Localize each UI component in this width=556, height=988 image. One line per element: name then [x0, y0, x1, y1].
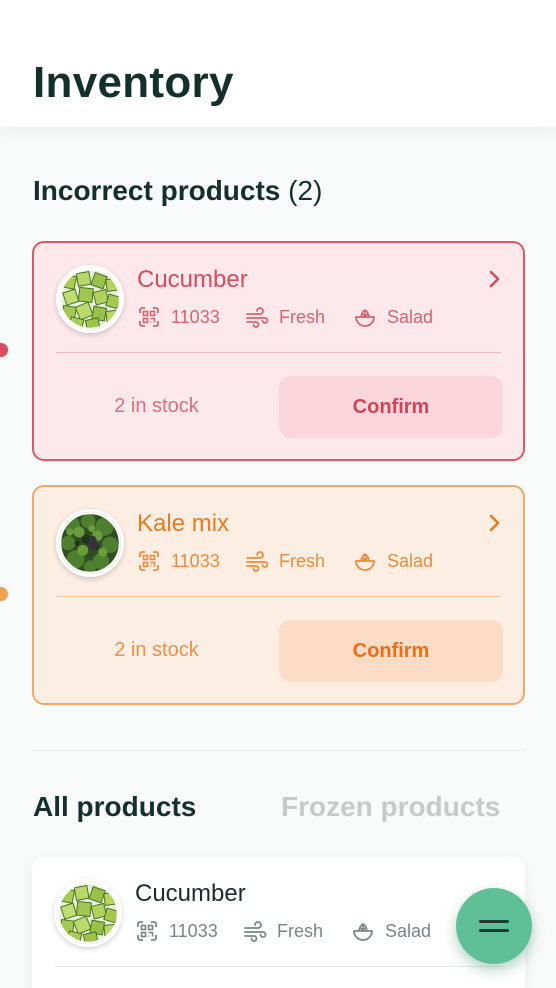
tab-frozen-products[interactable]: Frozen products	[281, 791, 500, 823]
confirm-button[interactable]: Confirm	[279, 620, 503, 682]
product-category: Salad	[353, 547, 433, 575]
incorrect-products-title: Incorrect products	[33, 175, 281, 206]
product-state-value: Fresh	[279, 306, 326, 327]
main-content: Incorrect products (2) Cucumber 11033 Fr…	[0, 127, 556, 988]
card-divider	[54, 966, 503, 967]
incorrect-product-card-cucumber[interactable]: Cucumber 11033 Fresh Salad 2 in stock Co…	[32, 241, 525, 461]
product-code-value: 11033	[169, 920, 218, 941]
product-meta: 11033 Fresh Salad	[137, 547, 517, 575]
product-thumbnail	[54, 879, 122, 947]
salad-bowl-icon	[353, 549, 377, 573]
section-divider	[32, 750, 525, 751]
card-divider	[56, 596, 501, 597]
wind-icon	[243, 919, 267, 943]
product-category-value: Salad	[387, 550, 434, 571]
product-name: Kale mix	[137, 510, 230, 537]
stock-count: 2 in stock	[114, 395, 199, 417]
status-indicator-orange	[0, 587, 8, 601]
tab-all-products[interactable]: All products	[33, 791, 196, 823]
status-indicator-red	[0, 343, 8, 357]
product-code: 11033	[135, 917, 218, 945]
product-code-value: 11033	[171, 550, 220, 571]
kale-image	[59, 512, 121, 574]
stock-count: 2 in stock	[114, 639, 199, 661]
page-header: Inventory	[0, 0, 556, 127]
product-card-cucumber[interactable]: Cucumber 11033 Fresh Salad	[32, 857, 525, 988]
wind-icon	[245, 549, 269, 573]
menu-button[interactable]	[456, 888, 532, 964]
product-state: Fresh	[245, 303, 325, 331]
chevron-right-icon[interactable]	[487, 513, 503, 533]
product-category-value: Salad	[387, 306, 434, 327]
product-state-value: Fresh	[279, 550, 326, 571]
chevron-right-icon[interactable]	[487, 269, 503, 289]
product-category: Salad	[353, 303, 433, 331]
confirm-button[interactable]: Confirm	[279, 376, 503, 438]
qr-code-icon	[137, 549, 161, 573]
product-state: Fresh	[243, 917, 323, 945]
product-category-value: Salad	[385, 920, 432, 941]
incorrect-product-card-kale-mix[interactable]: Kale mix 11033 Fresh Salad 2 in stock Co…	[32, 485, 525, 705]
product-code-value: 11033	[171, 306, 220, 327]
salad-bowl-icon	[353, 305, 377, 329]
incorrect-products-count: (2)	[288, 175, 323, 206]
product-thumbnail	[56, 265, 124, 333]
cucumber-image	[59, 268, 121, 330]
card-divider	[56, 352, 501, 353]
menu-icon	[479, 920, 509, 932]
qr-code-icon	[137, 305, 161, 329]
wind-icon	[245, 305, 269, 329]
cucumber-image	[57, 882, 119, 944]
product-code: 11033	[137, 547, 220, 575]
product-thumbnail	[56, 509, 124, 577]
product-category: Salad	[351, 917, 431, 945]
product-name: Cucumber	[135, 880, 246, 907]
salad-bowl-icon	[351, 919, 375, 943]
product-state: Fresh	[245, 547, 325, 575]
page-title: Inventory	[33, 58, 234, 107]
incorrect-products-heading: Incorrect products (2)	[33, 175, 322, 207]
product-meta: 11033 Fresh Salad	[137, 303, 517, 331]
product-code: 11033	[137, 303, 220, 331]
product-state-value: Fresh	[277, 920, 324, 941]
qr-code-icon	[135, 919, 159, 943]
product-name: Cucumber	[137, 266, 248, 293]
